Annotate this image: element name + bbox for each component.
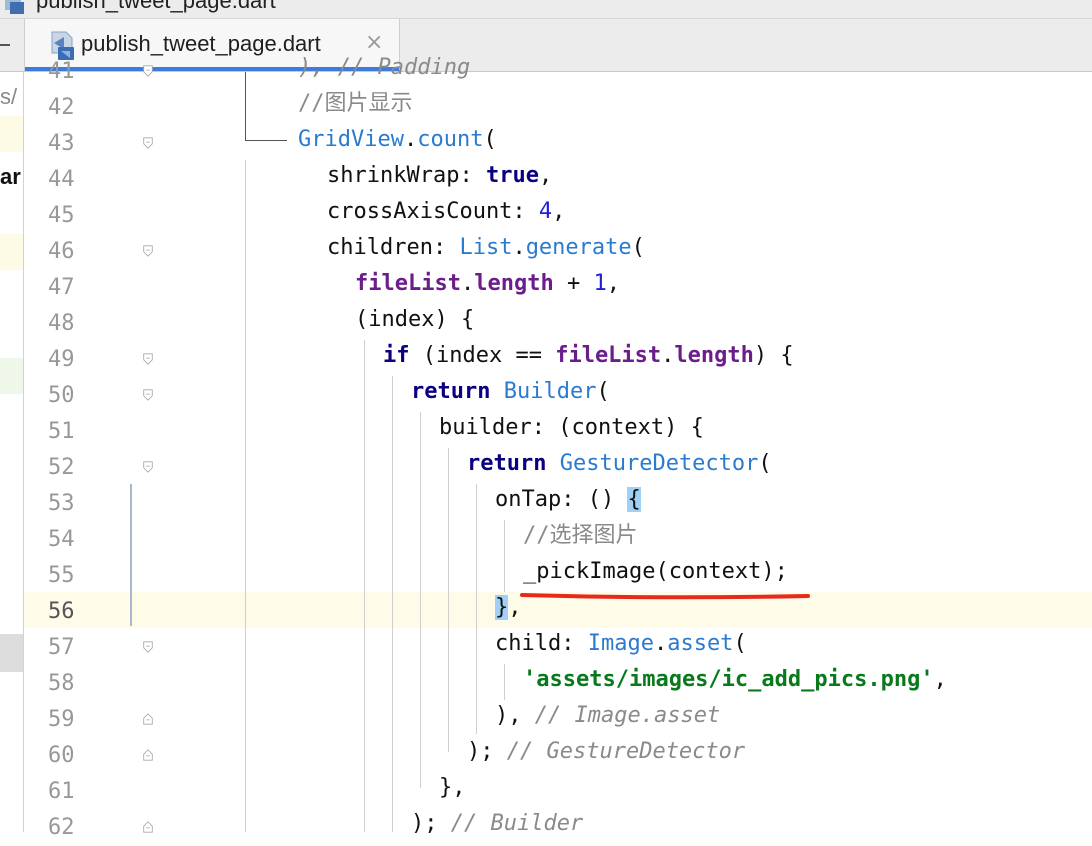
dart-file-icon [2, 0, 28, 18]
code-line-41[interactable]: ), // Padding [298, 50, 470, 86]
code-line-54[interactable]: //选择图片 [523, 518, 638, 554]
code-line-43[interactable]: GridView.count( [298, 122, 497, 158]
indent-guide [245, 160, 246, 832]
indent-guide [448, 448, 449, 752]
line-number: 46 [48, 239, 75, 264]
code-line-46[interactable]: children: List.generate( [327, 230, 645, 266]
code-line-47[interactable]: fileList.length + 1, [355, 266, 620, 302]
window-title: publish_tweet_page.dart [36, 0, 276, 13]
row-highlight [0, 358, 23, 394]
indent-guide [364, 340, 365, 832]
line-number: 61 [48, 779, 75, 804]
fold-close-icon[interactable] [142, 713, 154, 725]
word-fragment: ar [0, 164, 21, 189]
path-fragment: s/ [0, 84, 18, 109]
matched-brace: { [627, 487, 641, 512]
code-line-49[interactable]: if (index == fileList.length) { [383, 338, 794, 374]
indent-guide [245, 72, 246, 140]
project-panel-edge: s/ ar [0, 72, 24, 832]
code-line-61[interactable]: }, [439, 770, 466, 806]
indent-guide [392, 376, 393, 832]
fold-open-icon[interactable] [142, 641, 154, 653]
line-number: 62 [48, 815, 75, 840]
tab-label: publish_tweet_page.dart [81, 31, 321, 56]
matched-brace: } [495, 595, 509, 620]
fold-close-icon[interactable] [142, 821, 154, 833]
line-number: 42 [48, 95, 75, 120]
line-number: 58 [48, 671, 75, 696]
line-number: 55 [48, 563, 75, 588]
code-line-53[interactable]: onTap: () { [495, 482, 641, 518]
code-line-45[interactable]: crossAxisCount: 4, [327, 194, 565, 230]
line-number: 51 [48, 419, 75, 444]
fold-open-icon[interactable] [142, 461, 154, 473]
row-highlight [0, 634, 23, 672]
code-line-57[interactable]: child: Image.asset( [495, 626, 747, 662]
window-title-bar: publish_tweet_page.dart [0, 0, 1092, 19]
line-number: 45 [48, 203, 75, 228]
line-number: 50 [48, 383, 75, 408]
editor-tab-bar: publish_tweet_page.dart × [0, 19, 1092, 72]
row-highlight [0, 116, 23, 152]
code-line-55[interactable]: _pickImage(context); [523, 554, 788, 590]
fold-close-icon[interactable] [142, 749, 154, 761]
code-line-58[interactable]: 'assets/images/ic_add_pics.png', [523, 662, 947, 698]
fold-open-icon[interactable] [142, 353, 154, 365]
indent-guide [476, 484, 477, 734]
line-number: 54 [48, 527, 75, 552]
line-number: 59 [48, 707, 75, 732]
code-line-59[interactable]: ), // Image.asset [495, 698, 720, 734]
line-number: 57 [48, 635, 75, 660]
code-line-56[interactable]: }, [495, 590, 522, 626]
line-number: 43 [48, 131, 75, 156]
indent-guide [420, 412, 421, 788]
line-number: 47 [48, 275, 75, 300]
line-number: 41 [48, 59, 75, 84]
line-number: 53 [48, 491, 75, 516]
code-line-52[interactable]: return GestureDetector( [467, 446, 772, 482]
fold-open-icon[interactable] [142, 137, 154, 149]
annotation-underline [520, 593, 810, 600]
code-line-42[interactable]: //图片显示 [298, 86, 413, 122]
indent-guide [504, 520, 505, 592]
fold-open-icon[interactable] [142, 389, 154, 401]
fold-open-icon[interactable] [142, 65, 154, 77]
indent-guide [504, 664, 505, 700]
code-line-51[interactable]: builder: (context) { [439, 410, 704, 446]
editor-gutter [24, 72, 159, 832]
row-highlight [0, 234, 23, 270]
fold-open-icon[interactable] [142, 245, 154, 257]
line-number: 49 [48, 347, 75, 372]
indent-guide [245, 140, 287, 141]
code-line-48[interactable]: (index) { [355, 302, 474, 338]
line-number: 56 [48, 599, 75, 624]
code-line-50[interactable]: return Builder( [411, 374, 610, 410]
code-line-44[interactable]: shrinkWrap: true, [327, 158, 552, 194]
vcs-change-marker [130, 484, 132, 626]
code-line-60[interactable]: ); // GestureDetector [467, 734, 745, 770]
line-number: 48 [48, 311, 75, 336]
line-number: 44 [48, 167, 75, 192]
line-number: 52 [48, 455, 75, 480]
code-line-62[interactable]: ); // Builder [411, 806, 583, 842]
collapse-icon[interactable] [0, 44, 10, 46]
line-number: 60 [48, 743, 75, 768]
